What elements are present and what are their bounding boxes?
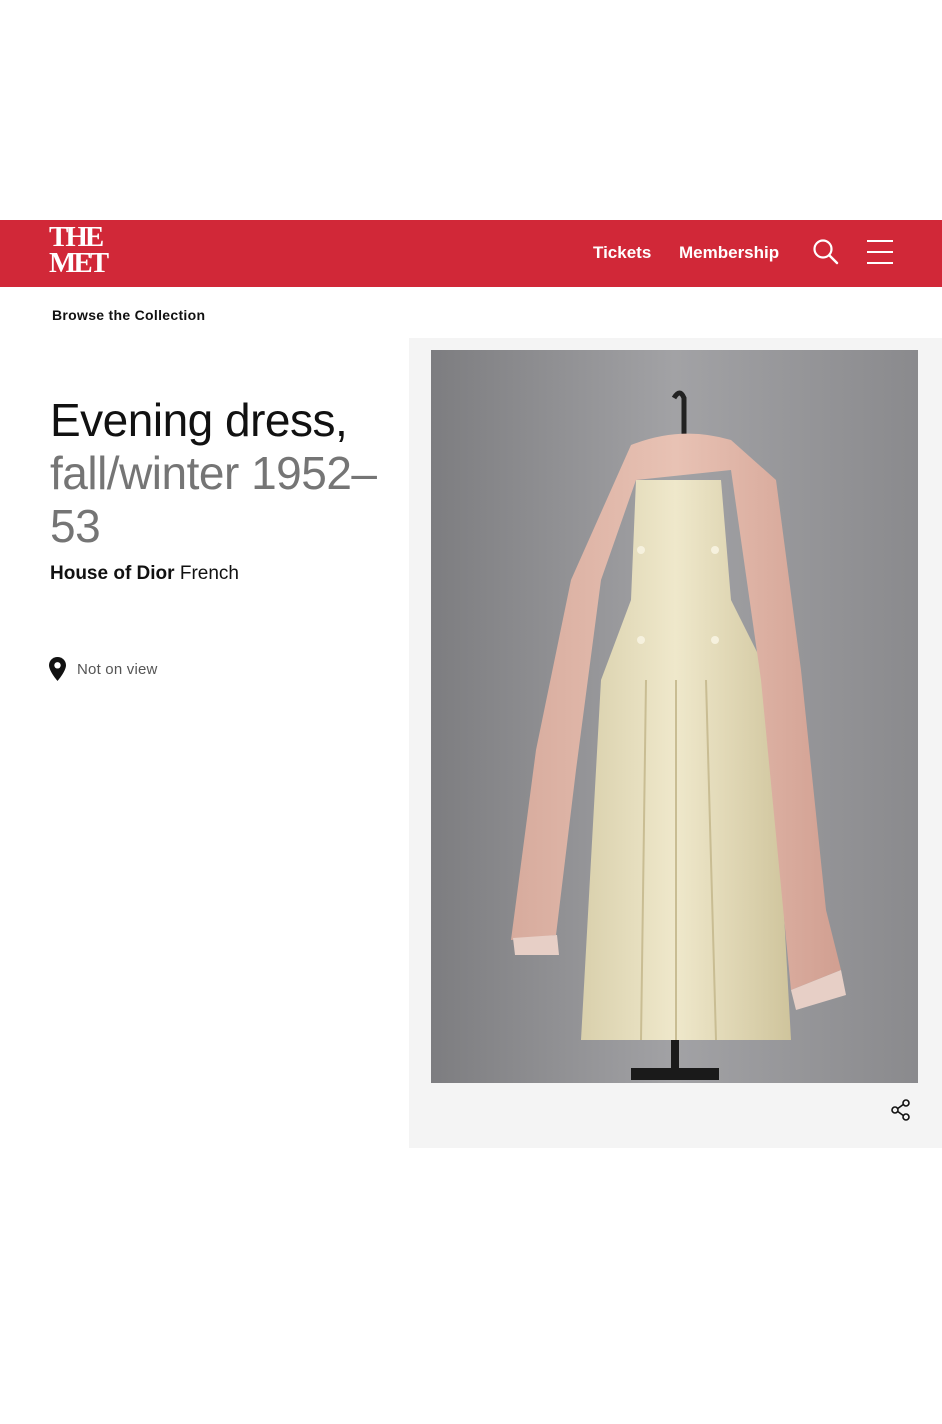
share-button[interactable] bbox=[889, 1098, 913, 1122]
gallery-location: Not on view bbox=[49, 656, 158, 682]
object-title-date: fall/winter 1952–53 bbox=[50, 447, 377, 552]
location-status: Not on view bbox=[77, 660, 158, 678]
object-image-panel bbox=[409, 338, 942, 1148]
logo-line-2: MET bbox=[49, 247, 109, 279]
page: THE MET Tickets Membership Browse the Co… bbox=[0, 0, 942, 1424]
nav-tickets-link[interactable]: Tickets bbox=[593, 242, 651, 264]
search-icon bbox=[813, 239, 839, 265]
nav-membership-link[interactable]: Membership bbox=[679, 242, 779, 264]
menu-icon bbox=[867, 240, 893, 264]
maker-nationality: French bbox=[179, 563, 239, 584]
met-logo[interactable]: THE MET bbox=[49, 223, 109, 281]
share-icon bbox=[891, 1099, 910, 1121]
menu-button[interactable] bbox=[864, 236, 896, 268]
object-maker: House of Dior French bbox=[50, 563, 239, 585]
location-pin-icon bbox=[49, 657, 66, 681]
object-title: Evening dress, fall/winter 1952–53 bbox=[50, 394, 390, 553]
object-image[interactable] bbox=[431, 350, 918, 1083]
site-header: THE MET Tickets Membership bbox=[0, 220, 942, 287]
search-button[interactable] bbox=[810, 236, 842, 268]
object-title-main: Evening dress, bbox=[50, 394, 348, 446]
maker-name-link[interactable]: House of Dior bbox=[50, 563, 175, 584]
breadcrumb-browse-collection[interactable]: Browse the Collection bbox=[52, 307, 205, 323]
